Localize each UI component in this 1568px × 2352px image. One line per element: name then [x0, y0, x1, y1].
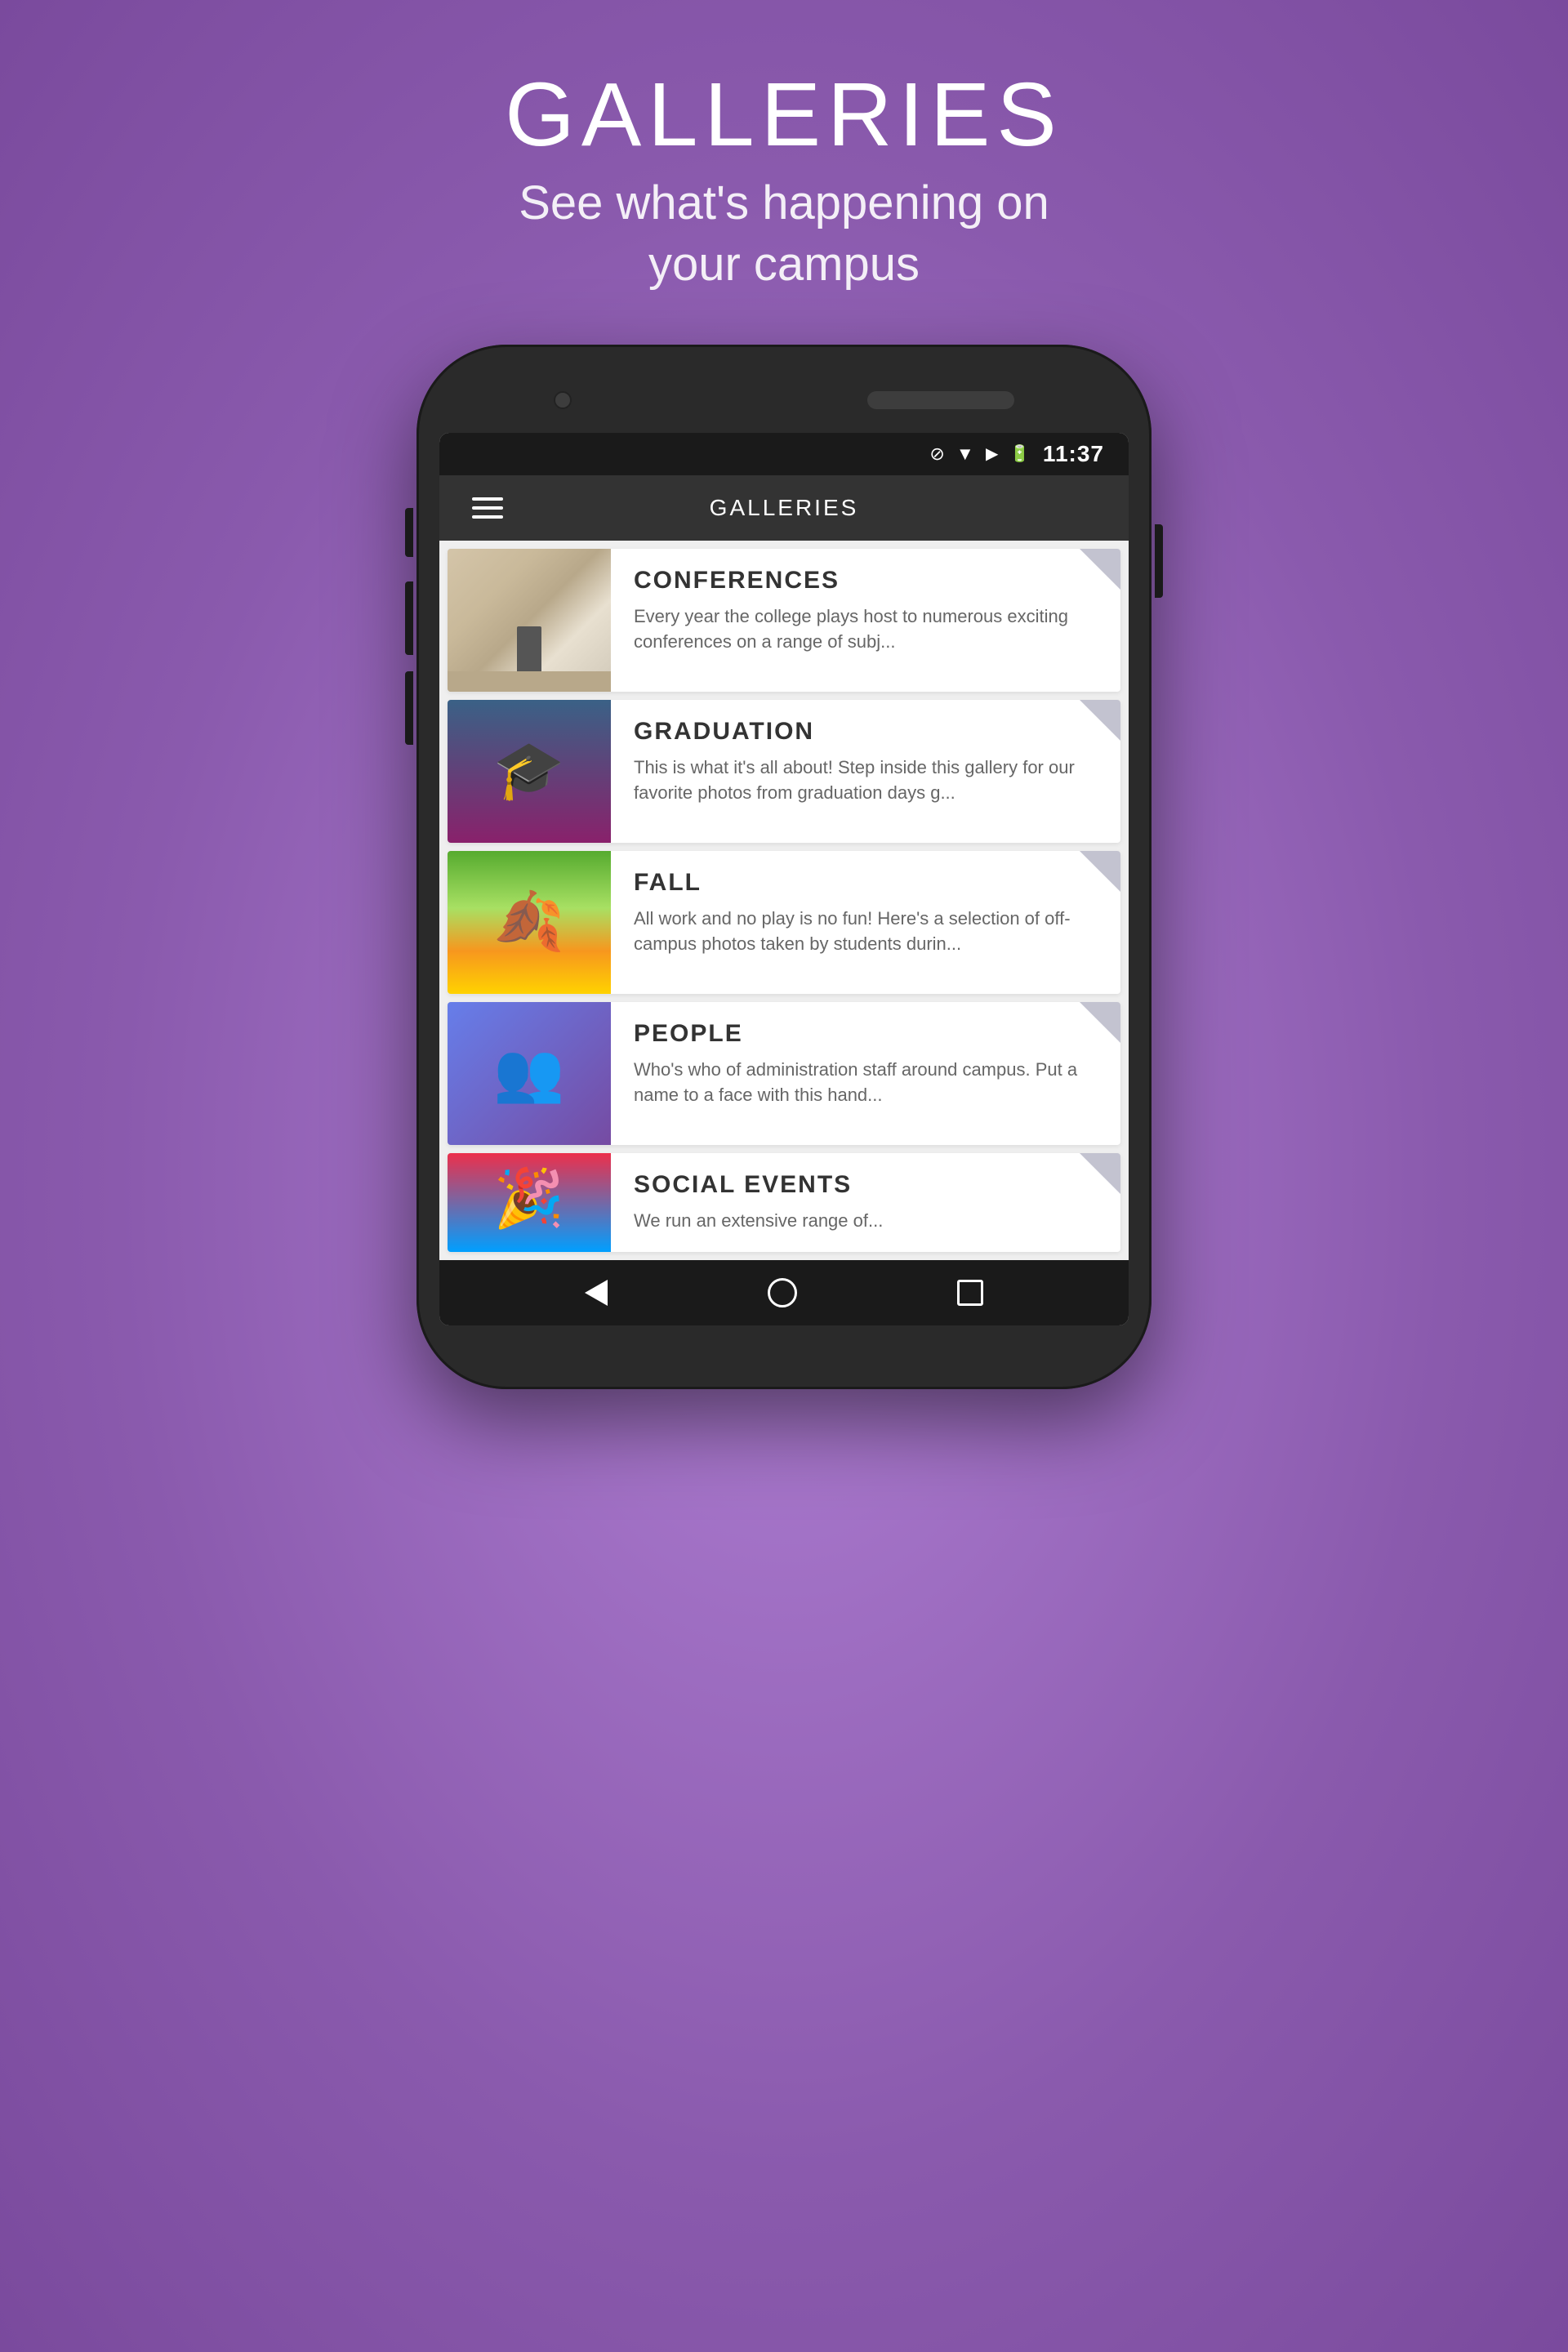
- gallery-image-social-events: [448, 1153, 611, 1252]
- volume-down-button: [405, 671, 413, 745]
- gallery-image-conferences: [448, 549, 611, 692]
- front-camera: [554, 391, 572, 409]
- back-triangle-icon: [585, 1280, 608, 1306]
- page-subtitle: See what's happening onyour campus: [505, 172, 1062, 296]
- gallery-item-fall[interactable]: FALL All work and no play is no fun! Her…: [448, 851, 1120, 994]
- volume-up-button: [405, 581, 413, 655]
- volume-silent-button: [405, 508, 413, 557]
- hamburger-line-1: [472, 497, 503, 501]
- status-bar: ⊘ ▼ ◀ 🔋 11:37: [439, 433, 1129, 475]
- gallery-desc-people: Who's who of administration staff around…: [634, 1058, 1101, 1108]
- gallery-desc-conferences: Every year the college plays host to num…: [634, 604, 1101, 655]
- gallery-desc-fall: All work and no play is no fun! Here's a…: [634, 906, 1101, 957]
- nav-recents-button[interactable]: [957, 1280, 983, 1306]
- gallery-title-graduation: GRADUATION: [634, 718, 1101, 746]
- gallery-title-people: PEOPLE: [634, 1020, 1101, 1048]
- conferences-image-graphic: [448, 549, 611, 692]
- earpiece-speaker: [867, 391, 1014, 409]
- phone-top-bar: [439, 368, 1129, 433]
- gallery-image-people: [448, 1002, 611, 1145]
- gallery-content-fall: FALL All work and no play is no fun! Her…: [611, 851, 1120, 994]
- corner-indicator-graduation: [1080, 700, 1120, 741]
- gallery-image-fall: [448, 851, 611, 994]
- corner-indicator-fall: [1080, 851, 1120, 892]
- corner-indicator-social-events: [1080, 1153, 1120, 1194]
- gallery-desc-social-events: We run an extensive range of...: [634, 1209, 1101, 1234]
- gallery-title-fall: FALL: [634, 869, 1101, 897]
- signal-icon: ◀: [986, 443, 998, 464]
- page-main-title: GALLERIES: [505, 65, 1062, 164]
- phone-device: ⊘ ▼ ◀ 🔋 11:37 GALLERIES: [416, 345, 1152, 1389]
- gallery-title-social-events: SOCIAL EVENTS: [634, 1171, 1101, 1199]
- gallery-content-graduation: GRADUATION This is what it's all about! …: [611, 700, 1120, 843]
- battery-icon: 🔋: [1009, 443, 1030, 464]
- fall-image-graphic: [448, 851, 611, 994]
- status-icons: ⊘ ▼ ◀ 🔋: [929, 443, 1030, 465]
- gallery-title-conferences: CONFERENCES: [634, 567, 1101, 595]
- phone-bottom-bezel: [439, 1325, 1129, 1366]
- gallery-content-conferences: CONFERENCES Every year the college plays…: [611, 549, 1120, 692]
- gallery-content-people: PEOPLE Who's who of administration staff…: [611, 1002, 1120, 1145]
- power-button: [1155, 524, 1163, 598]
- gallery-item-conferences[interactable]: CONFERENCES Every year the college plays…: [448, 549, 1120, 692]
- app-header: GALLERIES: [439, 475, 1129, 541]
- hamburger-line-3: [472, 515, 503, 519]
- gallery-content-social-events: SOCIAL EVENTS We run an extensive range …: [611, 1153, 1120, 1252]
- app-bar-title: GALLERIES: [710, 495, 859, 521]
- people-image-graphic: [448, 1002, 611, 1145]
- gallery-desc-graduation: This is what it's all about! Step inside…: [634, 755, 1101, 806]
- nav-back-button[interactable]: [585, 1280, 608, 1306]
- corner-indicator-people: [1080, 1002, 1120, 1043]
- gallery-item-people[interactable]: PEOPLE Who's who of administration staff…: [448, 1002, 1120, 1145]
- social-events-image-graphic: [448, 1153, 611, 1252]
- corner-indicator-conferences: [1080, 549, 1120, 590]
- home-circle-icon: [768, 1278, 797, 1307]
- phone-bottom-nav: [439, 1260, 1129, 1325]
- gallery-image-graduation: [448, 700, 611, 843]
- gallery-item-graduation[interactable]: GRADUATION This is what it's all about! …: [448, 700, 1120, 843]
- gallery-item-social-events[interactable]: SOCIAL EVENTS We run an extensive range …: [448, 1153, 1120, 1252]
- recents-square-icon: [957, 1280, 983, 1306]
- wifi-icon: ▼: [956, 443, 974, 465]
- page-header: GALLERIES See what's happening onyour ca…: [505, 65, 1062, 296]
- status-time: 11:37: [1043, 441, 1104, 467]
- blocked-icon: ⊘: [929, 443, 944, 465]
- phone-screen: ⊘ ▼ ◀ 🔋 11:37 GALLERIES: [439, 433, 1129, 1325]
- gallery-list: CONFERENCES Every year the college plays…: [439, 541, 1129, 1260]
- hamburger-line-2: [472, 506, 503, 510]
- menu-button[interactable]: [472, 497, 503, 519]
- graduation-image-graphic: [448, 700, 611, 843]
- nav-home-button[interactable]: [768, 1278, 797, 1307]
